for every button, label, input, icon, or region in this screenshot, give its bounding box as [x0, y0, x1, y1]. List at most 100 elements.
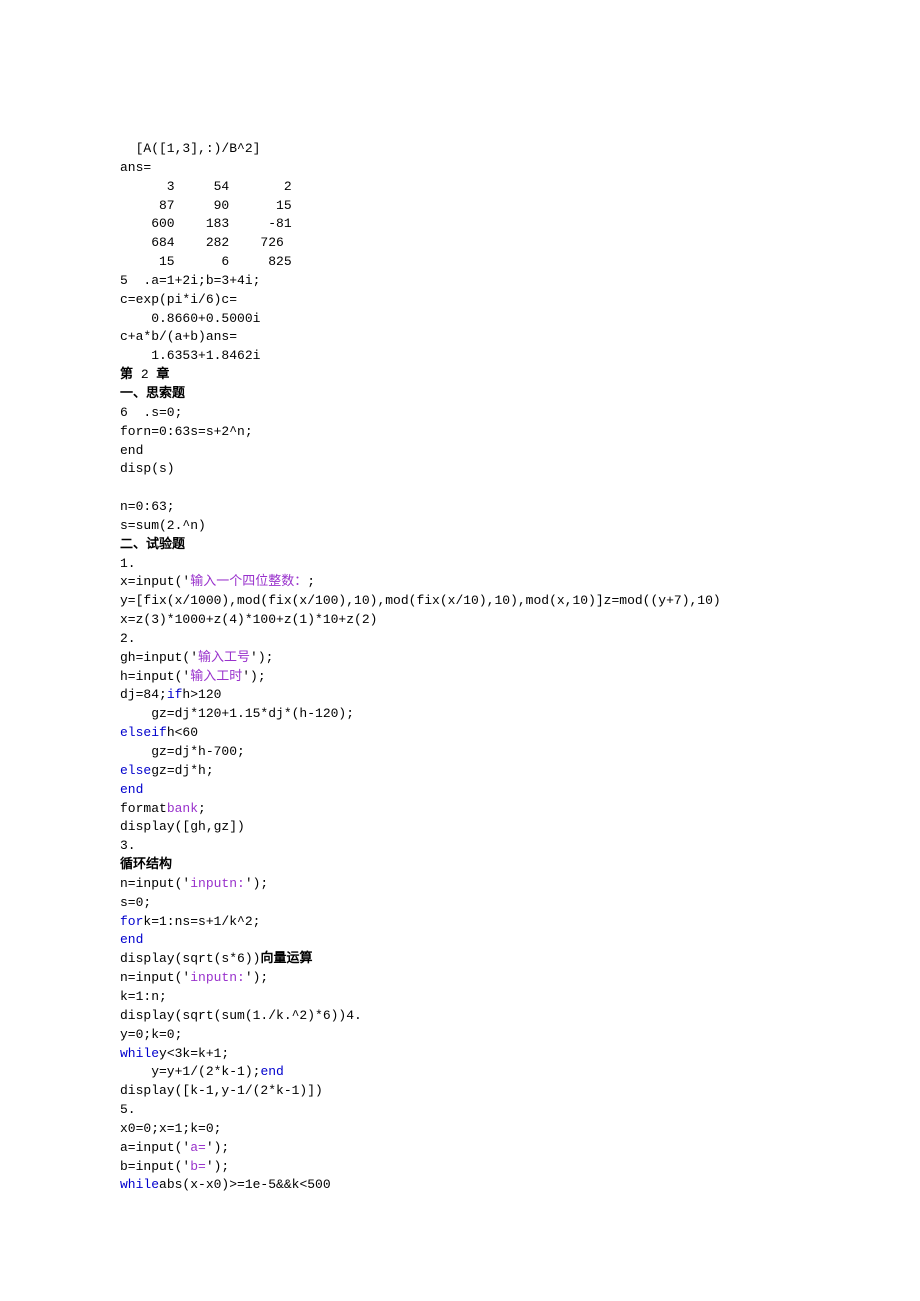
text-segment: h=input(' [120, 669, 190, 684]
text-segment: a= [190, 1140, 206, 1155]
text-segment: y=0;k=0; [120, 1027, 182, 1042]
code-line: whileabs(x-x0)>=1e-5&&k<500 [120, 1176, 830, 1195]
text-segment: else [120, 763, 151, 778]
text-segment: end [120, 932, 143, 947]
text-segment: 15 6 825 [120, 254, 292, 269]
code-line: 15 6 825 [120, 253, 830, 272]
text-segment: y<3k=k+1; [159, 1046, 229, 1061]
code-line: n=input('inputn:'); [120, 969, 830, 988]
text-segment: display(sqrt(sum(1./k.^2)*6))4. [120, 1008, 362, 1023]
text-segment: 0.8660+0.5000i [120, 311, 260, 326]
code-line: 循环结构 [120, 856, 830, 875]
code-line: 3 54 2 [120, 178, 830, 197]
text-segment: 一、思索题 [120, 386, 185, 401]
code-line: display([k-1,y-1/(2*k-1)]) [120, 1082, 830, 1101]
text-segment: '); [250, 650, 273, 665]
text-segment: ; [307, 574, 315, 589]
text-segment: 第 [120, 367, 133, 382]
text-segment: h>120 [182, 687, 221, 702]
text-segment: '); [242, 669, 265, 684]
text-segment: if [167, 687, 183, 702]
code-line: h=input('输入工时'); [120, 668, 830, 687]
text-segment: '); [206, 1140, 229, 1155]
text-segment: h<60 [167, 725, 198, 740]
code-line: whiley<3k=k+1; [120, 1045, 830, 1064]
code-line: c+a*b/(a+b)ans= [120, 328, 830, 347]
code-line: x=z(3)*1000+z(4)*100+z(1)*10+z(2) [120, 611, 830, 630]
text-segment: gz=dj*120+1.15*dj*(h-120); [120, 706, 354, 721]
code-line: 5 .a=1+2i;b=3+4i; [120, 272, 830, 291]
code-line: a=input('a='); [120, 1139, 830, 1158]
text-segment: a=input(' [120, 1140, 190, 1155]
text-segment: n=input(' [120, 970, 190, 985]
code-line: ans= [120, 159, 830, 178]
code-line: x=input('输入一个四位整数：; [120, 573, 830, 592]
text-segment: 章 [156, 367, 169, 382]
code-line: display(sqrt(s*6))向量运算 [120, 950, 830, 969]
text-segment: 输入工时 [190, 669, 242, 684]
text-segment: end [120, 782, 143, 797]
text-segment: 2. [120, 631, 136, 646]
code-line: 1. [120, 555, 830, 574]
text-segment: display([gh,gz]) [120, 819, 245, 834]
text-segment: gz=dj*h; [151, 763, 213, 778]
text-segment: 6 .s=0; [120, 405, 182, 420]
text-segment: 1. [120, 556, 136, 571]
code-line: k=1:n; [120, 988, 830, 1007]
text-segment: ; [198, 801, 206, 816]
code-line: 第 2 章 [120, 366, 830, 385]
code-line: s=0; [120, 894, 830, 913]
text-segment: inputn: [190, 970, 245, 985]
text-segment: for [120, 914, 143, 929]
code-line: b=input('b='); [120, 1158, 830, 1177]
text-segment: abs(x-x0)>=1e-5&&k<500 [159, 1177, 331, 1192]
text-segment: n=input(' [120, 876, 190, 891]
code-line: end [120, 781, 830, 800]
code-line: display(sqrt(sum(1./k.^2)*6))4. [120, 1007, 830, 1026]
code-line: elseifh<60 [120, 724, 830, 743]
text-segment: 5 .a=1+2i;b=3+4i; [120, 273, 260, 288]
code-line: 684 282 726 [120, 234, 830, 253]
text-segment: [A([1,3],:)/B^2] [120, 141, 260, 156]
code-line: 87 90 15 [120, 197, 830, 216]
text-segment: 5. [120, 1102, 136, 1117]
text-segment: dj=84; [120, 687, 167, 702]
code-line: [A([1,3],:)/B^2] [120, 140, 830, 159]
code-line: display([gh,gz]) [120, 818, 830, 837]
text-segment: end [120, 443, 143, 458]
text-segment: k=1:ns=s+1/k^2; [143, 914, 260, 929]
code-line: 600 183 -81 [120, 215, 830, 234]
text-segment: 二、试验题 [120, 537, 185, 552]
text-segment: 2 [133, 367, 156, 382]
text-segment: 3 54 2 [120, 179, 292, 194]
text-segment: x0=0;x=1;k=0; [120, 1121, 221, 1136]
code-line: y=0;k=0; [120, 1026, 830, 1045]
text-segment: 输入一个四位整数： [190, 574, 307, 589]
code-line: 5. [120, 1101, 830, 1120]
text-segment: x=input(' [120, 574, 190, 589]
text-segment: ans= [120, 160, 151, 175]
code-line: elsegz=dj*h; [120, 762, 830, 781]
text-segment: gh=input(' [120, 650, 198, 665]
code-line: gh=input('输入工号'); [120, 649, 830, 668]
text-segment: elseif [120, 725, 167, 740]
text-segment: '); [206, 1159, 229, 1174]
code-line: x0=0;x=1;k=0; [120, 1120, 830, 1139]
text-segment: 循环结构 [120, 857, 172, 872]
code-line: y=y+1/(2*k-1);end [120, 1063, 830, 1082]
code-line: disp(s) [120, 460, 830, 479]
text-segment: n=0:63; [120, 499, 175, 514]
document-page: [A([1,3],:)/B^2] ans= 3 54 2 87 90 15 600… [0, 0, 920, 1255]
text-segment: while [120, 1177, 159, 1192]
text-segment: display([k-1,y-1/(2*k-1)]) [120, 1083, 323, 1098]
code-line: 6 .s=0; [120, 404, 830, 423]
text-segment: inputn: [190, 876, 245, 891]
code-line [120, 479, 830, 498]
code-line: forn=0:63s=s+2^n; [120, 423, 830, 442]
code-line: 二、试验题 [120, 536, 830, 555]
code-line: 一、思索题 [120, 385, 830, 404]
code-line: dj=84;ifh>120 [120, 686, 830, 705]
text-segment: display(sqrt(s*6)) [120, 951, 260, 966]
text-segment: c+a*b/(a+b)ans= [120, 329, 237, 344]
text-segment: c=exp(pi*i/6)c= [120, 292, 237, 307]
